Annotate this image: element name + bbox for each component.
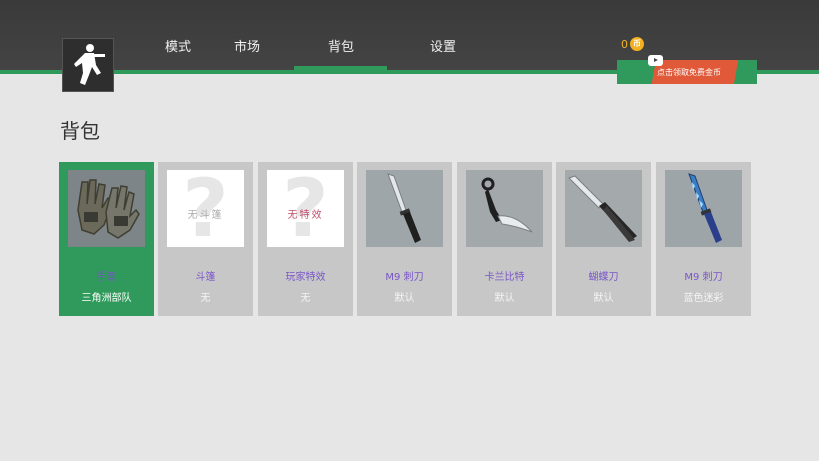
item-name: 斗篷	[195, 272, 216, 283]
item-name: M9 刺刀	[385, 272, 424, 283]
empty-slot-image: ? 无斗篷	[167, 170, 244, 247]
item-name: 手套	[96, 272, 117, 283]
inventory-slot-m9-bayonet-blue-camo[interactable]: M9 刺刀 蓝色迷彩	[656, 162, 751, 316]
item-name: 卡兰比特	[484, 272, 525, 283]
coin-count: 0	[621, 37, 628, 51]
free-coins-button[interactable]: 点击领取免费金币	[617, 55, 757, 84]
inventory-slot-m9-bayonet[interactable]: M9 刺刀 默认	[357, 162, 452, 316]
bayonet-knife-blue-camo-icon	[665, 170, 742, 247]
gloves-icon	[68, 170, 145, 247]
placeholder-text: 无斗篷	[187, 210, 224, 221]
nav-tab-modes[interactable]: 模式	[165, 36, 191, 55]
item-skin: 默认	[494, 293, 515, 304]
soldier-icon	[74, 44, 105, 85]
item-skin: 无	[200, 293, 211, 304]
nav-tab-settings[interactable]: 设置	[430, 36, 456, 55]
play-video-icon	[648, 55, 663, 66]
item-skin: 默认	[394, 293, 415, 304]
empty-slot-image: ? 无特效	[267, 170, 344, 247]
coin-icon: 币	[630, 37, 644, 51]
inventory-slot-effect[interactable]: ? 无特效 玩家特效 无	[258, 162, 353, 316]
karambit-icon	[466, 170, 543, 247]
inventory-slot-karambit[interactable]: 卡兰比特 默认	[457, 162, 552, 316]
item-skin: 无	[300, 293, 311, 304]
butterfly-knife-icon	[565, 170, 642, 247]
bayonet-knife-icon	[366, 170, 443, 247]
page-title: 背包	[60, 119, 100, 143]
item-name: 蝴蝶刀	[588, 272, 619, 283]
nav-tab-inventory[interactable]: 背包	[328, 36, 354, 55]
item-skin: 蓝色迷彩	[683, 293, 724, 304]
coin-balance: 0 币	[621, 37, 644, 51]
item-skin: 默认	[593, 293, 614, 304]
nav-tab-market[interactable]: 市场	[234, 36, 260, 55]
item-name: M9 刺刀	[684, 272, 723, 283]
inventory-slot-cape[interactable]: ? 无斗篷 斗篷 无	[158, 162, 253, 316]
item-skin: 三角洲部队	[81, 293, 132, 304]
item-name: 玩家特效	[285, 272, 326, 283]
inventory-slot-butterfly[interactable]: 蝴蝶刀 默认	[556, 162, 651, 316]
nav-active-indicator	[294, 66, 387, 71]
free-coins-label: 点击领取免费金币	[657, 68, 721, 77]
player-avatar[interactable]	[62, 38, 114, 92]
inventory-slot-gloves[interactable]: 手套 三角洲部队	[59, 162, 154, 316]
placeholder-text: 无特效	[287, 210, 324, 221]
